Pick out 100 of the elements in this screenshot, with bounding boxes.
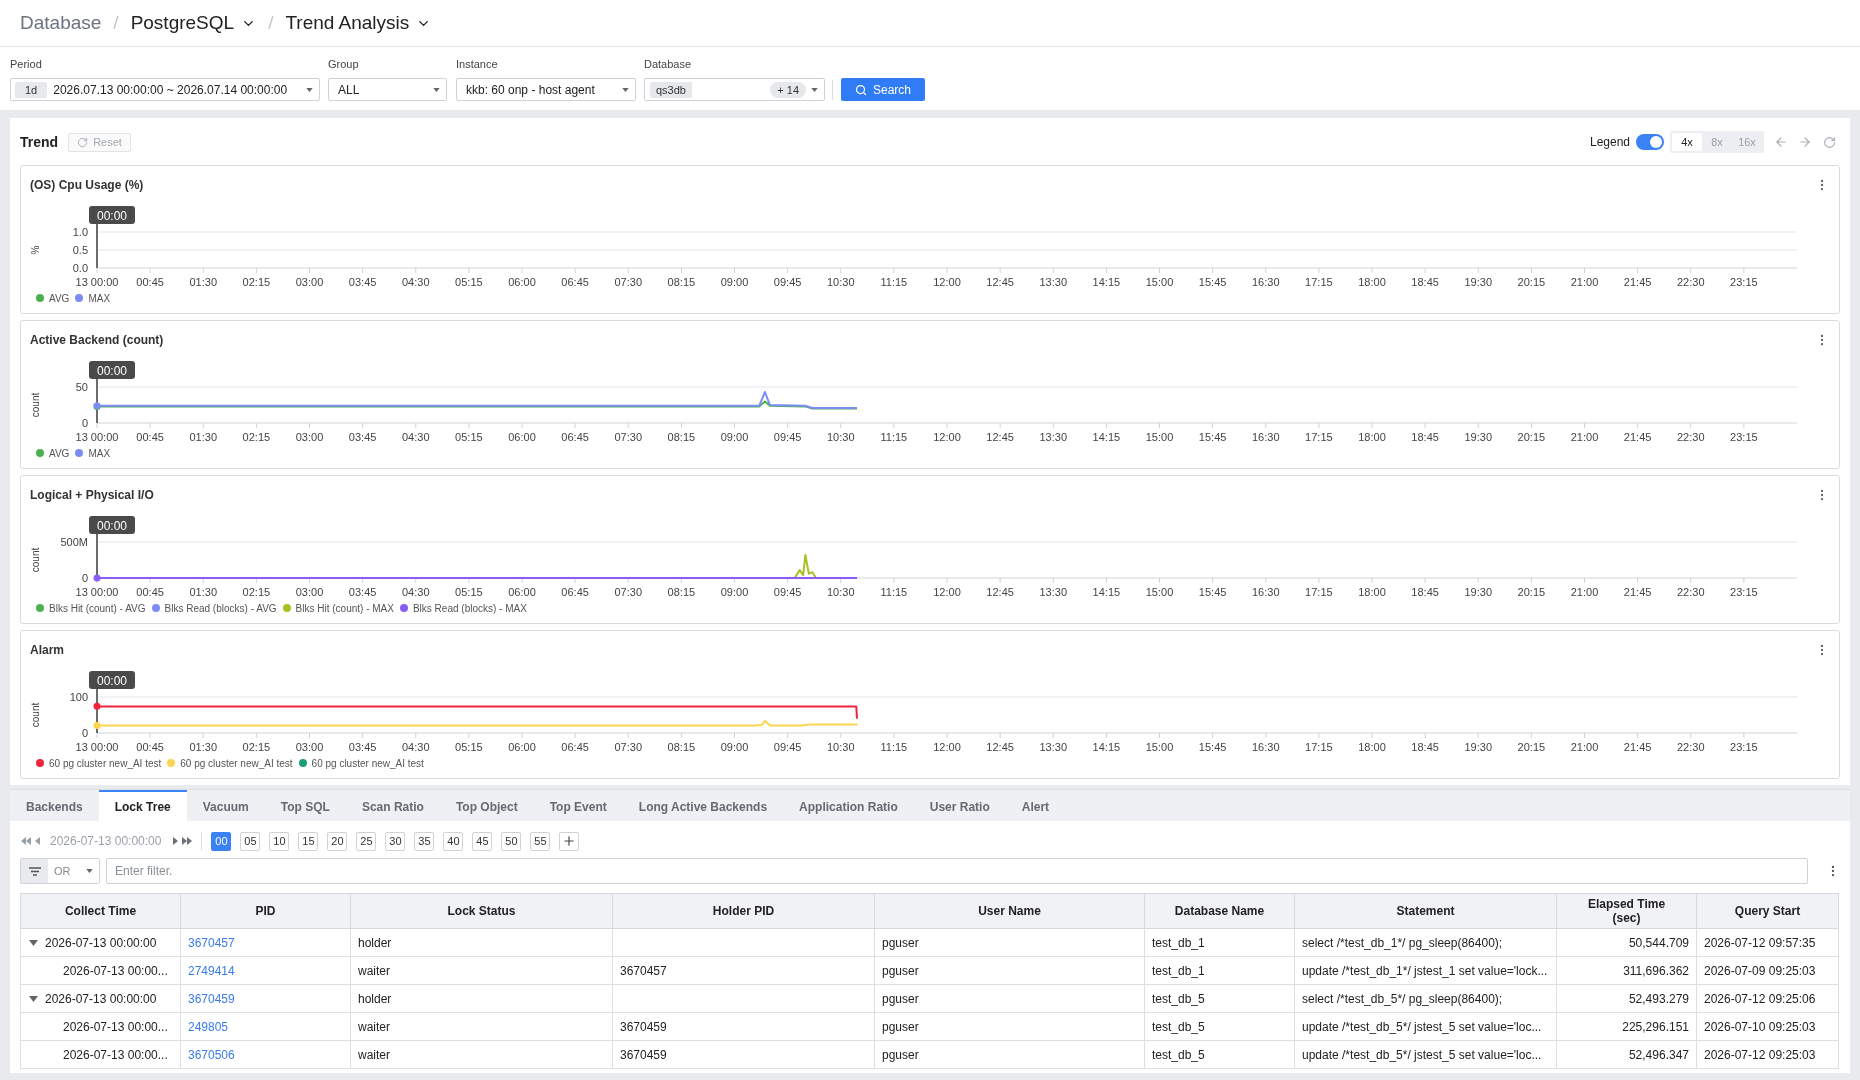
y-axis-title: count [30,702,41,728]
x-tick-label: 21:00 [1570,741,1599,753]
x-tick-label: 02:15 [242,431,271,443]
x-tick-label: 13:30 [1039,276,1067,288]
table-cell: update /*test_db_1*/ jstest_1 set value='lock... [1294,956,1557,985]
x-tick-label: 01:30 [189,431,217,443]
x-tick-label: 23:15 [1730,586,1758,598]
x-tick-label: 08:15 [667,276,696,288]
x-tick-label: 07:30 [614,431,642,443]
x-tick-label: 04:30 [402,276,430,288]
x-tick-label: 08:15 [667,741,696,753]
x-tick-label: 21:00 [1570,276,1599,288]
column-header: Database Name [1144,893,1295,929]
cursor-tooltip: 00:00 [89,206,135,224]
table-cell: select /*test_db_1*/ pg_sleep(86400); [1294,928,1557,957]
x-tick-label: 08:15 [667,586,696,598]
x-tick-label: 20:15 [1517,586,1546,598]
x-tick-label: 07:30 [614,276,642,288]
legend-label: AVG [49,291,70,306]
x-tick-label: 18:45 [1411,741,1439,753]
x-tick-label: 06:00 [508,276,536,288]
x-tick-label: 00:45 [136,276,164,288]
x-tick-label: 12:00 [933,586,961,598]
y-tick-label: 0 [81,727,88,739]
x-tick-label: 03:00 [295,431,324,443]
x-tick-label: 07:30 [614,586,642,598]
x-tick-label: 11:15 [880,431,908,443]
legend-label: Blks Read (blocks) - AVG [164,601,277,616]
x-tick-label: 17:15 [1305,276,1333,288]
legend-label: AVG [49,446,70,461]
field-label: Instance [456,57,499,71]
x-tick-label: 09:00 [720,741,749,753]
y-tick-label: 0.0 [72,262,88,274]
column-header: Lock Status [350,893,613,929]
x-tick-label: 08:15 [667,431,696,443]
x-tick-label: 09:45 [773,276,802,288]
x-tick-label: 09:45 [773,586,802,598]
column-header: User Name [874,893,1145,929]
x-tick-label: 19:30 [1464,431,1492,443]
x-tick-label: 19:30 [1464,741,1492,753]
table-cell: 2026-07-12 09:25:03 [1696,1040,1839,1069]
breadcrumb-separator: / [113,10,119,35]
x-tick-label: 12:45 [986,276,1014,288]
x-tick-label: 04:30 [402,586,430,598]
chart-title: Logical + Physical I/O [30,487,154,503]
x-tick-label: 18:45 [1411,431,1439,443]
x-tick-label: 00:45 [136,586,164,598]
x-tick-label: 16:30 [1252,741,1280,753]
x-tick-label: 09:00 [720,586,749,598]
x-tick-label: 15:45 [1198,431,1227,443]
x-tick-label: 14:15 [1092,586,1121,598]
table-cell: waiter [350,1012,613,1041]
x-tick-label: 06:45 [561,431,589,443]
legend-label: Blks Hit (count) - MAX [295,601,394,616]
x-tick-label: 07:30 [614,741,642,753]
x-tick-label: 03:45 [348,586,377,598]
y-tick-label: 0 [81,572,88,584]
x-tick-label: 18:45 [1411,276,1439,288]
x-tick-label: 22:30 [1677,741,1705,753]
x-tick-label: 15:00 [1145,276,1174,288]
table-cell: test_db_5 [1144,984,1295,1013]
breadcrumb-separator: / [268,10,274,35]
x-tick-label: 22:30 [1677,431,1705,443]
x-tick-label: 05:15 [455,276,483,288]
x-tick-label: 01:30 [189,276,217,288]
cursor-tooltip: 00:00 [89,671,135,689]
x-tick-label: 18:00 [1358,586,1386,598]
x-tick-label: 15:00 [1145,431,1174,443]
x-tick-label: 14:15 [1092,741,1121,753]
x-tick-label: 01:30 [189,741,217,753]
x-tick-label: 11:15 [880,741,908,753]
table-cell: 3670457 [612,956,875,985]
legend-toggle-label: Legend [1589,134,1630,151]
timestamp-text: 2026-07-13 00:00... [63,1046,168,1064]
table-cell: 2026-07-12 09:57:35 [1696,928,1839,957]
x-tick-label: 03:00 [295,586,324,598]
x-tick-label: 10:30 [827,276,855,288]
x-tick-label: 03:45 [348,741,377,753]
table-cell: pguser [874,956,1145,985]
table-cell: 52,496.347 [1556,1040,1697,1069]
x-tick-label: 23:15 [1730,431,1758,443]
panel-title: Trend [20,132,59,152]
y-tick-label: 50 [75,381,88,393]
chart-title: (OS) Cpu Usage (%) [30,177,144,193]
table-cell: 3670459 [612,1012,875,1041]
table-cell: update /*test_db_5*/ jstest_5 set value='loc... [1294,1040,1557,1069]
table-cell: pguser [874,1040,1145,1069]
y-axis-title: % [30,245,41,255]
x-tick-label: 12:45 [986,741,1014,753]
table-cell: test_db_1 [1144,928,1295,957]
x-tick-label: 05:15 [455,586,483,598]
x-tick-label: 21:45 [1623,741,1652,753]
x-tick-label: 15:45 [1198,741,1227,753]
legend-label: 60 pg cluster new_AI test [180,756,293,771]
x-tick-label: 22:30 [1677,586,1705,598]
field-label: Database [644,57,693,71]
table-cell: 50,544.709 [1556,928,1697,957]
legend-label: Blks Read (blocks) - MAX [412,601,527,616]
table-cell: select /*test_db_5*/ pg_sleep(86400); [1294,984,1557,1013]
table-cell: pguser [874,1012,1145,1041]
